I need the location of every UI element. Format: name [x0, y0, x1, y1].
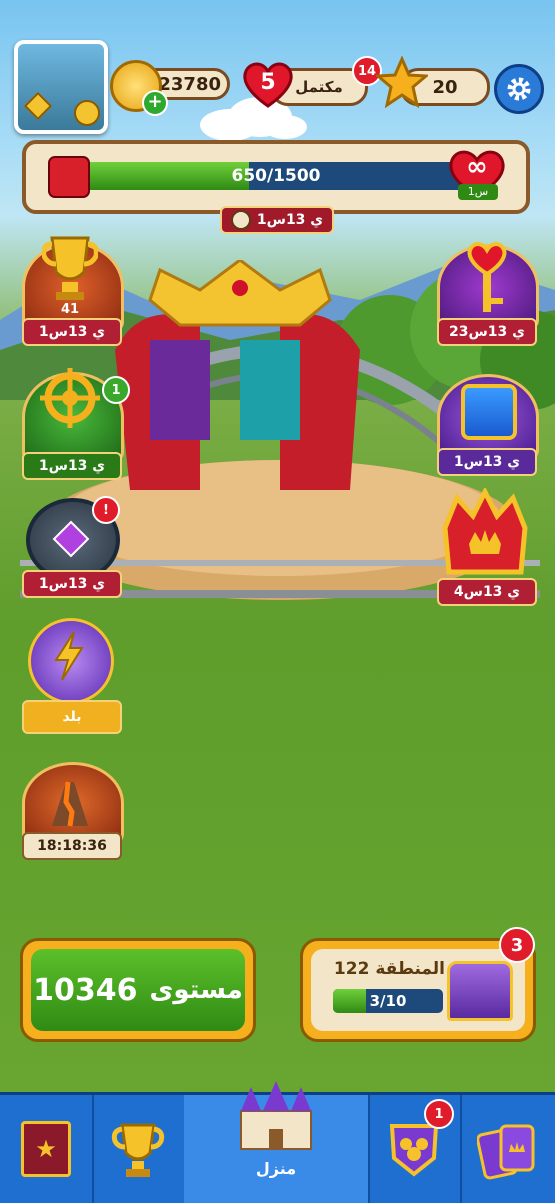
area-title: المنطقة 122 [325, 959, 445, 979]
ship-wheel-timer: 1ي 13س [22, 452, 122, 480]
area-progress-track: 3/10 [333, 989, 443, 1013]
team-badge: 1 [424, 1099, 454, 1129]
castle-icon [240, 1080, 312, 1150]
settings-button[interactable] [494, 64, 544, 114]
cards-icon [476, 1124, 534, 1180]
gear-icon [507, 77, 531, 101]
star-icon [376, 56, 428, 108]
play-level-button[interactable]: 10346 مستوى [20, 938, 256, 1042]
level-label: مستوى [149, 975, 243, 1005]
infinite-lives-icon[interactable]: ∞ 1س [446, 146, 508, 202]
team-shield-icon [389, 1124, 439, 1177]
red-block-icon [48, 156, 90, 198]
event-crown[interactable]: 4ي 13س [437, 488, 537, 606]
event-treasure-box[interactable]: 1ي 13س [437, 370, 539, 476]
ship-wheel-icon [40, 368, 100, 428]
area-button[interactable]: المنطقة 122 3/10 3 [300, 927, 536, 1042]
clock-icon [230, 210, 251, 230]
event-volcano[interactable]: 18:18:36 [22, 758, 124, 860]
treasure-chest-icon [447, 961, 513, 1021]
bottom-nav: ★ منزل 1 [0, 1080, 555, 1203]
event-progress-panel[interactable]: 650/1500 ∞ 1س [22, 140, 530, 214]
gem-vault-timer: 1ي 13س [22, 570, 122, 598]
trophy-count: 41 [60, 302, 80, 317]
trophy-nav-icon [111, 1123, 165, 1177]
lightning-icon [54, 631, 84, 681]
event-ship-wheel[interactable]: 1 1ي 13س [22, 362, 130, 480]
infinite-symbol: ∞ [466, 152, 488, 182]
avatar[interactable] [14, 40, 108, 134]
game-scene: 23780 + مكتمل 5 14 20 650/1500 ∞ 1س 1ي 1… [0, 0, 555, 1203]
progress-track: 650/1500 [76, 162, 476, 190]
nav-leaderboard[interactable] [92, 1095, 186, 1203]
avatar-compass-icon [74, 100, 100, 126]
key-heart-timer: 23ي 13س [437, 318, 537, 346]
coins-value: 23780 [158, 73, 221, 95]
nav-cards[interactable] [460, 1095, 555, 1203]
area-number: 122 [333, 959, 370, 979]
area-progress-text: 3/10 [369, 992, 407, 1010]
lives-status: مكتمل [295, 78, 343, 96]
key-heart-icon [467, 242, 507, 312]
treasure-box-icon [461, 384, 517, 440]
trophy-icon [42, 236, 98, 300]
gem-vault-badge: ! [92, 496, 120, 524]
avatar-diamond-icon [23, 91, 53, 121]
treasure-box-timer: 1ي 13س [437, 448, 537, 476]
nav-home[interactable]: منزل [184, 1080, 370, 1203]
event-timer-text: 1ي 13س [256, 212, 324, 228]
area-label: المنطقة [375, 959, 445, 979]
volcano-icon [52, 781, 88, 827]
progress-text: 650/1500 [231, 166, 321, 186]
play-level-inner: 10346 مستوى [31, 949, 245, 1031]
volcano-timer: 18:18:36 [22, 832, 122, 860]
infinite-timer: 1س [458, 184, 498, 200]
crown-icon [442, 488, 528, 575]
nav-team[interactable]: 1 [368, 1095, 462, 1203]
lightning-label: بلد [22, 700, 122, 734]
event-lightning[interactable]: بلد [22, 614, 122, 734]
event-trophy[interactable]: 41 1ي 13س [22, 232, 124, 346]
area-badge: 3 [499, 927, 535, 963]
event-key-heart[interactable]: 23ي 13س [437, 240, 539, 346]
event-timer-tag: 1ي 13س [220, 206, 334, 234]
trophy-timer: 1ي 13س [22, 318, 122, 346]
stars-value: 20 [432, 76, 458, 98]
home-label: منزل [255, 1158, 297, 1178]
level-number: 10346 [33, 972, 138, 1008]
crown-timer: 4ي 13س [437, 578, 537, 606]
ship-wheel-badge: 1 [102, 376, 130, 404]
nav-cards-collection[interactable]: ★ [0, 1095, 94, 1203]
add-coins-icon[interactable]: + [142, 90, 168, 116]
event-gem-vault[interactable]: ! 1ي 13س [22, 494, 122, 598]
area-inner: المنطقة 122 3/10 [311, 949, 525, 1031]
lives-count: 5 [260, 70, 276, 95]
star-book-icon: ★ [21, 1121, 71, 1177]
